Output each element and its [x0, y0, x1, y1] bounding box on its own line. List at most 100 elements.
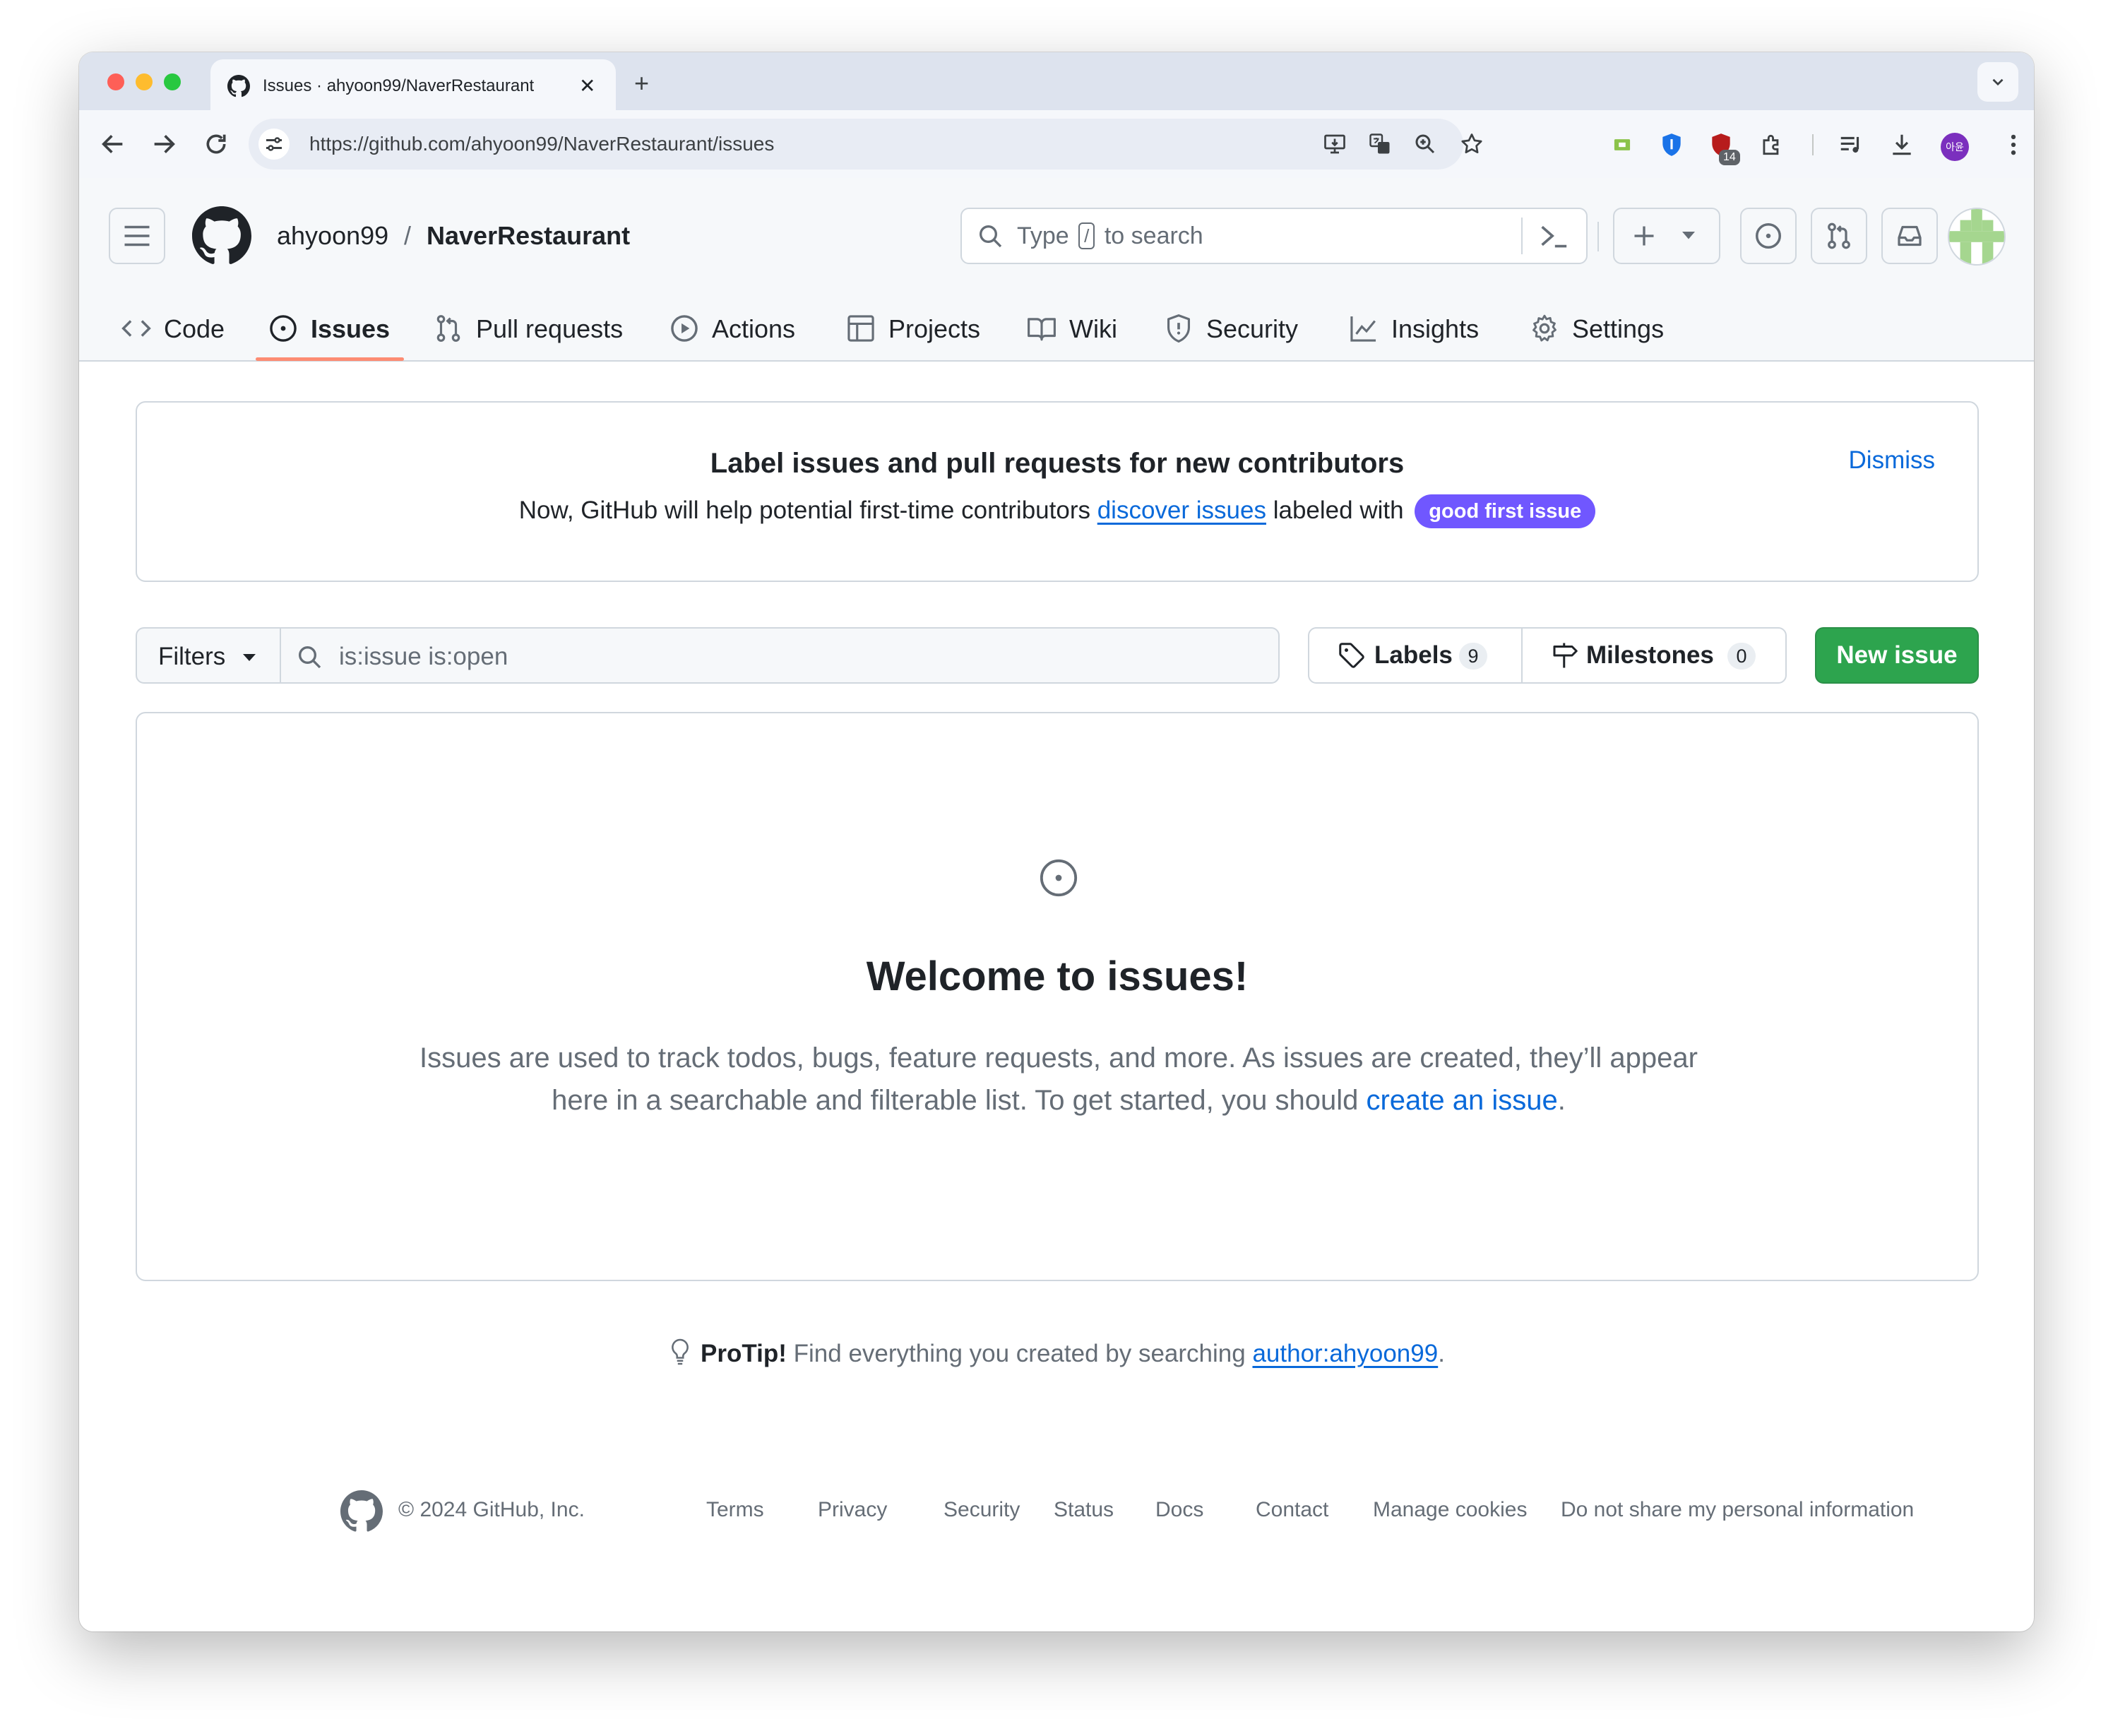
- labels-milestones-group: Labels 9 Milestones 0: [1308, 627, 1787, 684]
- inbox-button[interactable]: [1881, 208, 1938, 264]
- discover-issues-link[interactable]: discover issues: [1097, 497, 1266, 524]
- protip: ProTip! Find everything you created by s…: [79, 1336, 2034, 1372]
- tab-search-button[interactable]: [1977, 62, 2018, 102]
- install-app-icon[interactable]: [1322, 131, 1347, 157]
- dismiss-button[interactable]: Dismiss: [1849, 445, 1935, 476]
- maximize-window-button[interactable]: [164, 73, 181, 90]
- footer-link-docs[interactable]: Docs: [1155, 1496, 1203, 1524]
- banner-body-text: Now, GitHub will help potential first-ti…: [518, 497, 1090, 524]
- banner-body-middle: labeled with: [1273, 497, 1404, 524]
- bookmark-star-icon[interactable]: [1459, 131, 1484, 157]
- footer-link-terms[interactable]: Terms: [706, 1496, 764, 1524]
- command-palette-icon[interactable]: [1538, 222, 1569, 250]
- play-icon: [671, 315, 698, 342]
- light-bulb-icon: [672, 1338, 689, 1365]
- browser-window: Issues · ahyoon99/NaverRestaurant ✕ + ht…: [79, 52, 2034, 1631]
- reload-icon[interactable]: [202, 130, 230, 158]
- your-pull-requests-button[interactable]: [1811, 208, 1867, 264]
- issue-opened-icon: [270, 315, 297, 342]
- issues-blank-slate: Welcome to issues! Issues are used to tr…: [136, 712, 1979, 1281]
- header-divider: [1597, 222, 1599, 251]
- repo-name-link[interactable]: NaverRestaurant: [427, 220, 630, 251]
- site-info-button[interactable]: [258, 129, 290, 160]
- minimize-window-button[interactable]: [136, 73, 153, 90]
- tab-issues-label: Issues: [311, 314, 391, 343]
- tab-title: Issues · ahyoon99/NaverRestaurant: [263, 76, 535, 95]
- footer-link-do-not-share[interactable]: Do not share my personal information: [1561, 1496, 1914, 1524]
- kebab-menu-icon[interactable]: [2000, 131, 2027, 158]
- github-logo-icon[interactable]: [340, 1490, 383, 1533]
- browser-profile-avatar[interactable]: 아윤: [1941, 133, 1969, 161]
- create-issue-link[interactable]: create an issue: [1366, 1085, 1557, 1116]
- tab-strip: Issues · ahyoon99/NaverRestaurant ✕ +: [79, 52, 2034, 110]
- forward-arrow-icon[interactable]: [150, 130, 178, 158]
- milestones-button[interactable]: Milestones 0: [1523, 629, 1785, 682]
- search-icon: [299, 646, 321, 669]
- github-header: ahyoon99 / NaverRestaurant Type / to sea…: [79, 178, 2034, 362]
- global-search-input[interactable]: Type / to search: [960, 208, 1588, 264]
- footer-copyright: © 2024 GitHub, Inc.: [398, 1498, 585, 1521]
- zoom-icon[interactable]: [1412, 131, 1438, 157]
- protip-label: ProTip!: [701, 1340, 787, 1367]
- open-global-nav-button[interactable]: [109, 208, 165, 264]
- milestones-label: Milestones: [1586, 641, 1714, 669]
- book-icon: [1028, 318, 1056, 341]
- close-window-button[interactable]: [107, 73, 124, 90]
- footer-link-privacy[interactable]: Privacy: [818, 1496, 887, 1524]
- author-search-link[interactable]: author:ahyoon99: [1252, 1340, 1438, 1367]
- code-icon: [121, 320, 151, 337]
- extension-green-icon[interactable]: [1609, 131, 1636, 158]
- footer-link-security[interactable]: Security: [944, 1496, 1020, 1524]
- blank-slate-title: Welcome to issues!: [866, 953, 1249, 999]
- table-icon: [847, 315, 874, 342]
- your-issues-button[interactable]: [1740, 208, 1797, 264]
- footer-link-status[interactable]: Status: [1054, 1496, 1114, 1524]
- inbox-icon: [1898, 225, 1922, 246]
- footer-link-contact[interactable]: Contact: [1256, 1496, 1328, 1524]
- new-tab-button[interactable]: +: [634, 71, 649, 96]
- user-avatar[interactable]: [1948, 208, 2006, 266]
- tab-insights-label: Insights: [1391, 314, 1480, 343]
- blank-slate-body: Issues are used to track todos, bugs, fe…: [419, 1037, 1698, 1122]
- extensions-puzzle-icon[interactable]: [1758, 131, 1785, 158]
- footer-link-manage-cookies[interactable]: Manage cookies: [1373, 1496, 1527, 1524]
- repo-owner-link[interactable]: ahyoon99: [277, 220, 388, 251]
- chevron-down-icon: [1992, 78, 2004, 86]
- good-first-issue-label[interactable]: good first issue: [1415, 494, 1596, 528]
- media-control-icon[interactable]: [1838, 131, 1864, 158]
- issues-search-query: is:issue is:open: [339, 643, 508, 670]
- milestones-count: 0: [1727, 643, 1756, 670]
- tag-icon: [1339, 643, 1364, 668]
- create-new-button[interactable]: [1613, 208, 1720, 264]
- tab-code-label: Code: [164, 314, 225, 343]
- filters-button[interactable]: Filters: [136, 627, 280, 684]
- translate-icon[interactable]: [1367, 131, 1393, 157]
- gear-icon: [1532, 314, 1557, 342]
- tune-icon: [266, 137, 282, 151]
- github-logo-icon[interactable]: [192, 206, 251, 266]
- new-contributors-banner: Label issues and pull requests for new c…: [136, 401, 1979, 582]
- milestone-icon: [1553, 643, 1578, 668]
- issue-opened-icon: [1756, 223, 1781, 249]
- active-tab-indicator: [256, 357, 404, 361]
- footer: © 2024 GitHub, Inc. Terms Privacy Securi…: [340, 1486, 1914, 1535]
- back-arrow-icon[interactable]: [99, 130, 127, 158]
- protip-period: .: [1438, 1340, 1445, 1367]
- github-favicon-icon: [227, 75, 250, 97]
- triangle-down-icon: [243, 654, 256, 661]
- tab-wiki-label: Wiki: [1069, 314, 1117, 343]
- labels-button[interactable]: Labels 9: [1309, 629, 1521, 682]
- browser-tab-active[interactable]: Issues · ahyoon99/NaverRestaurant ✕: [210, 59, 616, 110]
- address-bar[interactable]: https://github.com/ahyoon99/NaverRestaur…: [249, 119, 1482, 170]
- issues-search-input[interactable]: is:issue is:open: [280, 627, 1280, 684]
- password-manager-shield-icon[interactable]: [1658, 131, 1685, 158]
- blank-slate-period: .: [1557, 1085, 1566, 1116]
- protip-text: Find everything you created by searching: [793, 1340, 1246, 1367]
- new-issue-button[interactable]: New issue: [1815, 627, 1979, 684]
- search-divider: [1521, 218, 1523, 254]
- download-icon[interactable]: [1888, 131, 1915, 158]
- filters-label: Filters: [158, 643, 226, 670]
- banner-title: Label issues and pull requests for new c…: [710, 448, 1405, 479]
- tab-close-icon[interactable]: ✕: [579, 75, 595, 97]
- banner-body: Now, GitHub will help potential first-ti…: [137, 493, 1977, 528]
